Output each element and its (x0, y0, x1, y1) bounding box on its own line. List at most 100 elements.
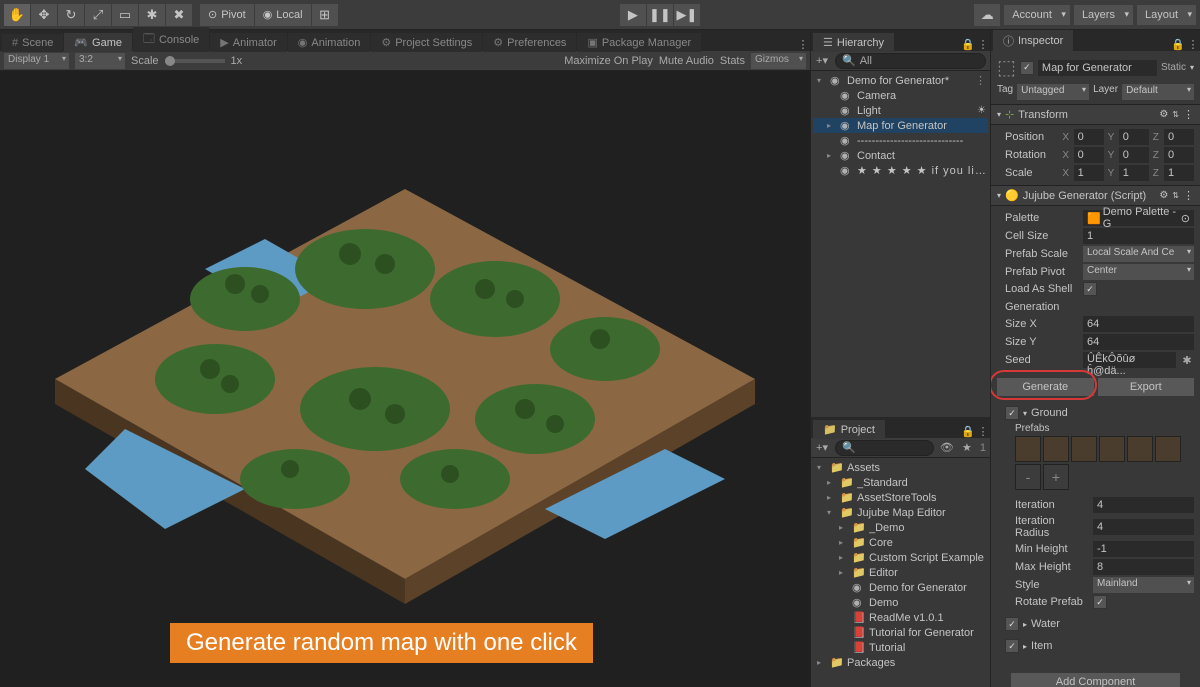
scale-z[interactable] (1164, 165, 1194, 181)
hierarchy-add[interactable]: +▾ (815, 54, 829, 67)
tab-animator[interactable]: ▶Animator (210, 33, 287, 52)
prefab-thumb[interactable] (1015, 436, 1041, 462)
palette-field[interactable]: 🟧Demo Palette - G⊙ (1083, 210, 1194, 226)
project-lock[interactable]: 🔒 (961, 425, 975, 438)
ground-checkbox[interactable]: ✓ (1005, 406, 1019, 420)
object-name-field[interactable] (1038, 60, 1157, 76)
inspector-menu[interactable]: ⋮ (1186, 38, 1200, 51)
pos-z[interactable] (1164, 129, 1194, 145)
tree-item[interactable]: ▸📁_Demo (813, 520, 988, 535)
prefab-thumb[interactable] (1071, 436, 1097, 462)
tree-item[interactable]: ◉----------------------------- (813, 133, 988, 148)
tree-item[interactable]: ◉Demo for Generator (813, 580, 988, 595)
seed-field[interactable]: ÛÊkÔõûø ĥ@dä... (1083, 352, 1176, 368)
tree-item[interactable]: ▾📁Jujube Map Editor (813, 505, 988, 520)
stats-toggle[interactable]: Stats (720, 55, 745, 67)
tree-item[interactable]: ▸📁Editor (813, 565, 988, 580)
tree-item[interactable]: ▸◉Map for Generator (813, 118, 988, 133)
layer-dropdown[interactable]: Default (1122, 84, 1194, 100)
tree-item[interactable]: ◉Light☀ (813, 103, 988, 118)
tabs-menu[interactable]: ⋮ (796, 38, 810, 51)
tab-package-manager[interactable]: ▣Package Manager (577, 33, 701, 52)
water-checkbox[interactable]: ✓ (1005, 617, 1019, 631)
cell-size-field[interactable] (1083, 228, 1194, 244)
tab-animation[interactable]: ◉Animation (288, 33, 371, 52)
tab-game[interactable]: 🎮Game (64, 33, 132, 52)
tree-item[interactable]: 📕ReadMe v1.0.1 (813, 610, 988, 625)
prefab-scale-dropdown[interactable]: Local Scale And Ce (1083, 246, 1194, 262)
pivot-toggle[interactable]: ⊙Pivot (200, 4, 254, 26)
project-star[interactable]: ★ (960, 441, 974, 454)
account-dropdown[interactable]: Account (1004, 5, 1070, 25)
layout-dropdown[interactable]: Layout (1137, 5, 1196, 25)
prefab-thumb[interactable] (1043, 436, 1069, 462)
transform-tool[interactable]: ✱ (139, 4, 165, 26)
script-header[interactable]: ▾🟡 Jujube Generator (Script) ⚙⇅⋮ (991, 185, 1200, 206)
prefab-thumb[interactable] (1155, 436, 1181, 462)
rot-x[interactable] (1074, 147, 1104, 163)
tree-item[interactable]: 📕Tutorial for Generator (813, 625, 988, 640)
tree-item[interactable]: ▸◉Contact (813, 148, 988, 163)
inspector-lock[interactable]: 🔒 (1171, 38, 1185, 51)
scale-x[interactable] (1074, 165, 1104, 181)
prefab-pivot-dropdown[interactable]: Center (1083, 264, 1194, 280)
tree-item[interactable]: ▸📁_Standard (813, 475, 988, 490)
tree-item[interactable]: ▸📁AssetStoreTools (813, 490, 988, 505)
tree-item[interactable]: ▸📁Packages (813, 655, 988, 670)
add-component-button[interactable]: Add Component (1011, 673, 1180, 687)
mute-toggle[interactable]: Mute Audio (659, 55, 714, 67)
rot-z[interactable] (1164, 147, 1194, 163)
item-checkbox[interactable]: ✓ (1005, 639, 1019, 653)
size-x-field[interactable] (1083, 316, 1194, 332)
seed-random[interactable]: ✱ (1180, 354, 1194, 367)
tree-item[interactable]: ▸📁Custom Script Example (813, 550, 988, 565)
hierarchy-menu[interactable]: ⋮ (976, 38, 990, 51)
scale-slider[interactable] (165, 59, 225, 63)
transform-header[interactable]: ▾⊹ Transform ⚙⇅⋮ (991, 104, 1200, 125)
iteration-field[interactable] (1093, 497, 1194, 513)
pos-x[interactable] (1074, 129, 1104, 145)
prefab-thumb[interactable] (1099, 436, 1125, 462)
tab-project-settings[interactable]: ⚙Project Settings (371, 33, 482, 52)
scale-tool[interactable]: ⤢ (85, 4, 111, 26)
pos-y[interactable] (1119, 129, 1149, 145)
tree-item[interactable]: ◉Demo (813, 595, 988, 610)
tree-item[interactable]: ◉Camera (813, 88, 988, 103)
layers-dropdown[interactable]: Layers (1074, 5, 1133, 25)
min-height-field[interactable] (1093, 541, 1194, 557)
tab-inspector[interactable]: ⓘInspector (993, 30, 1073, 52)
local-toggle[interactable]: ◉Local (255, 4, 311, 26)
tab-hierarchy[interactable]: ☰Hierarchy (813, 33, 894, 52)
enabled-checkbox[interactable]: ✓ (1020, 61, 1034, 75)
cloud-icon[interactable]: ☁ (974, 4, 1000, 26)
export-button[interactable]: Export (1098, 378, 1195, 396)
hierarchy-search[interactable]: 🔍All (835, 53, 986, 69)
prefab-remove[interactable]: - (1015, 464, 1041, 490)
max-height-field[interactable] (1093, 559, 1194, 575)
aspect-dropdown[interactable]: 3:2 (75, 53, 125, 69)
tag-dropdown[interactable]: Untagged (1017, 84, 1089, 100)
prefab-thumb[interactable] (1127, 436, 1153, 462)
tree-item[interactable]: ▸📁Core (813, 535, 988, 550)
size-y-field[interactable] (1083, 334, 1194, 350)
pause-button[interactable]: ❚❚ (647, 4, 673, 26)
project-add[interactable]: +▾ (815, 441, 829, 454)
tree-item[interactable]: 📕Tutorial (813, 640, 988, 655)
maximize-toggle[interactable]: Maximize On Play (564, 55, 653, 67)
scale-y[interactable] (1119, 165, 1149, 181)
rect-tool[interactable]: ▭ (112, 4, 138, 26)
hierarchy-lock[interactable]: 🔒 (961, 38, 975, 51)
tree-item[interactable]: ▾📁Assets (813, 460, 988, 475)
project-menu[interactable]: ⋮ (976, 425, 990, 438)
rot-y[interactable] (1119, 147, 1149, 163)
display-dropdown[interactable]: Display 1 (4, 53, 69, 69)
tree-item[interactable]: ▾◉Demo for Generator*⋮ (813, 73, 988, 88)
custom-tool[interactable]: ✖ (166, 4, 192, 26)
hand-tool[interactable]: ✋ (4, 4, 30, 26)
prefab-add[interactable]: + (1043, 464, 1069, 490)
rotate-prefab-checkbox[interactable]: ✓ (1093, 595, 1107, 609)
rotate-tool[interactable]: ↻ (58, 4, 84, 26)
step-button[interactable]: ▶❚ (674, 4, 700, 26)
project-filter[interactable]: 👁 (940, 441, 954, 454)
move-tool[interactable]: ✥ (31, 4, 57, 26)
